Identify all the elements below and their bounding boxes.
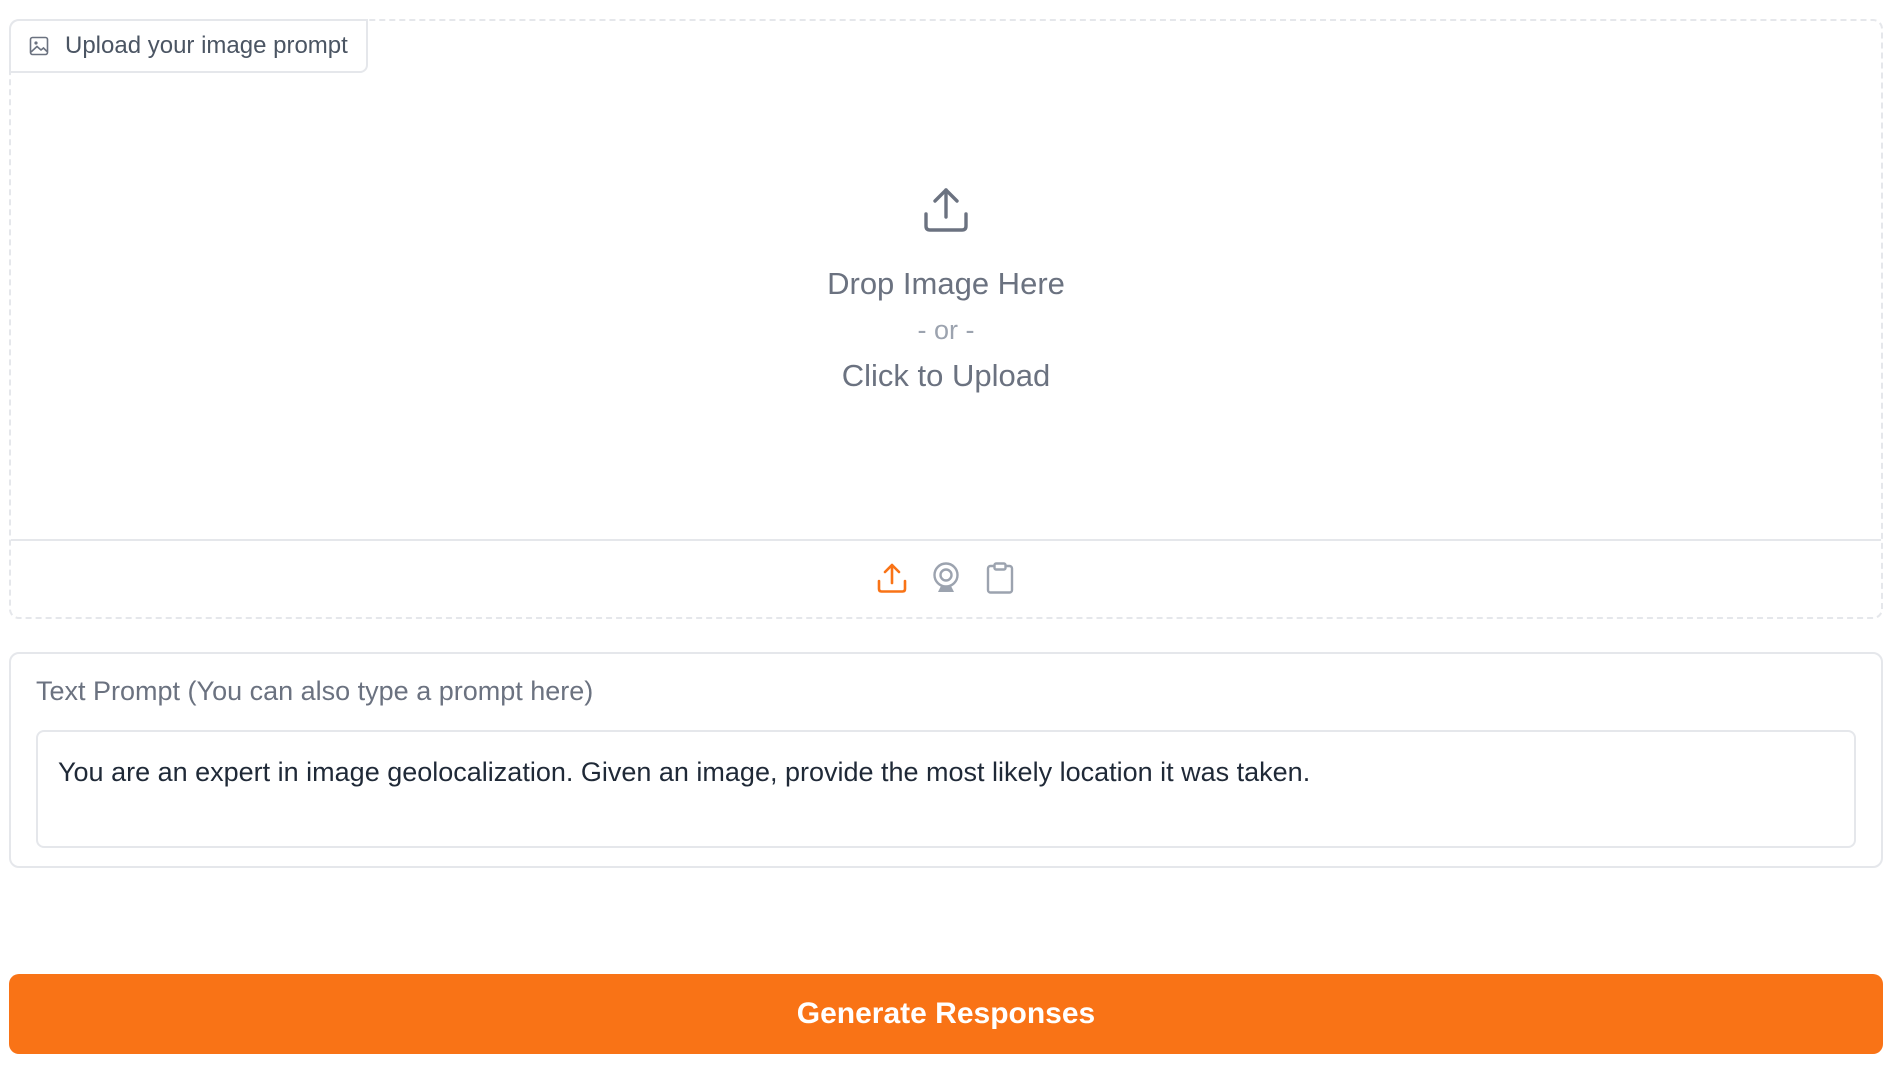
upload-source-button[interactable]	[876, 563, 908, 597]
webcam-source-button[interactable]	[930, 561, 962, 599]
image-upload-label: Upload your image prompt	[9, 19, 368, 73]
image-source-selector	[11, 539, 1881, 619]
upload-icon	[923, 187, 969, 238]
click-to-upload-text: Click to Upload	[841, 357, 1051, 393]
image-drop-zone[interactable]: Drop Image Here - or - Click to Upload	[11, 73, 1881, 539]
drop-image-text: Drop Image Here	[827, 265, 1065, 301]
text-prompt-panel: Text Prompt (You can also type a prompt …	[9, 652, 1883, 868]
clipboard-source-button[interactable]	[984, 561, 1016, 599]
or-separator-text: - or -	[917, 314, 975, 345]
text-prompt-label: Text Prompt (You can also type a prompt …	[36, 676, 594, 706]
image-icon	[29, 36, 49, 56]
text-prompt-input[interactable]: You are an expert in image geolocalizati…	[36, 730, 1856, 848]
image-upload-label-text: Upload your image prompt	[65, 32, 348, 59]
clipboard-icon	[986, 561, 1014, 599]
generate-responses-button[interactable]: Generate Responses	[9, 974, 1883, 1054]
upload-icon	[876, 562, 908, 599]
image-upload-panel: Upload your image prompt Drop Image Here…	[9, 19, 1883, 619]
webcam-icon	[931, 561, 961, 599]
